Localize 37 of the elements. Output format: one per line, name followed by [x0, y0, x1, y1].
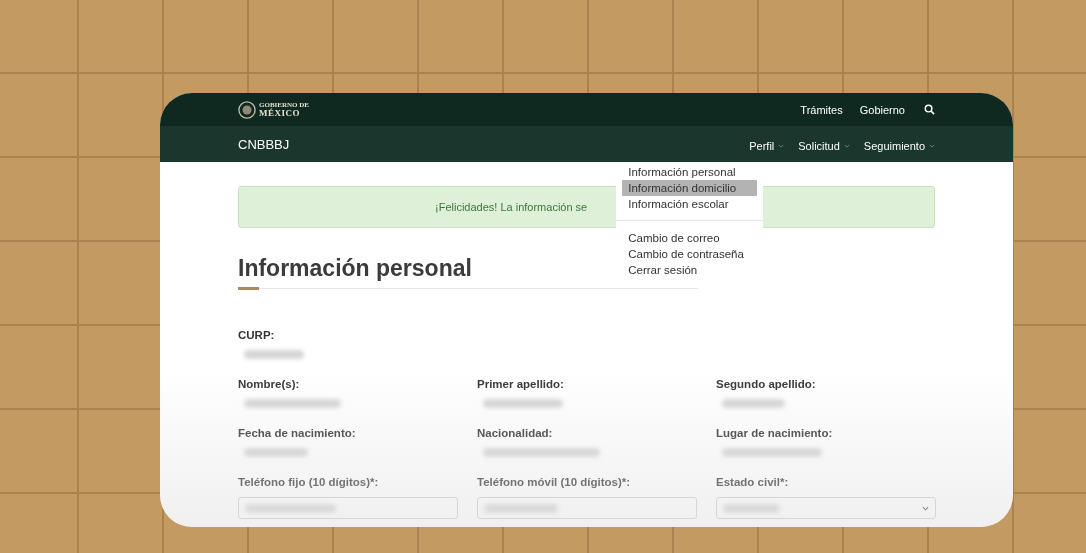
page-heading: Información personal: [238, 255, 472, 282]
blurred-value: [244, 350, 304, 359]
caret-icon: [778, 144, 785, 148]
menu-item[interactable]: Información personal: [622, 164, 758, 180]
caret-icon: [922, 505, 929, 511]
menu-item[interactable]: Cerrar sesión: [622, 262, 758, 278]
field-label: Lugar de nacimiento:: [716, 427, 834, 439]
blurred-value: [722, 399, 785, 408]
select-field[interactable]: [716, 497, 936, 519]
blurred-value: [244, 448, 308, 457]
field-label: CURP:: [238, 329, 276, 341]
field-label: Fecha de nacimiento:: [238, 427, 357, 439]
field-label: Nacionalidad:: [477, 427, 554, 439]
menu-item[interactable]: Información domicilio: [622, 180, 758, 196]
search-icon[interactable]: [924, 104, 935, 115]
nav-menu[interactable]: Seguimiento: [863, 140, 935, 152]
menu-item[interactable]: Cambio de correo: [622, 230, 758, 246]
field-label: Segundo apellido:: [716, 378, 817, 390]
input-field[interactable]: [238, 497, 458, 519]
field-label: Estado civil*:: [716, 476, 790, 488]
seal-icon: [238, 100, 256, 119]
caret-icon: [929, 144, 935, 148]
menu-item[interactable]: Información escolar: [622, 196, 758, 212]
input-field[interactable]: [477, 497, 697, 519]
field-label: Nombre(s):: [238, 378, 301, 390]
logo-text: MÉXICO: [259, 108, 301, 118]
field-label: Primer apellido:: [477, 378, 565, 390]
menu-item[interactable]: Cambio de contraseña: [622, 246, 758, 262]
nav-link[interactable]: Gobierno: [859, 103, 905, 116]
nav-menu[interactable]: Solicitud: [798, 140, 850, 152]
field-label: Teléfono fijo (10 dígitos)*:: [238, 476, 380, 488]
site-title: CNBBBJ: [238, 136, 290, 152]
nav-link[interactable]: Trámites: [800, 103, 843, 116]
caret-icon: [843, 144, 850, 148]
field-label: Teléfono móvil (10 dígitos)*:: [477, 476, 632, 488]
nav-menu[interactable]: Perfil: [749, 140, 785, 152]
alert-message: ¡Felicidades! La información se: [435, 201, 588, 213]
